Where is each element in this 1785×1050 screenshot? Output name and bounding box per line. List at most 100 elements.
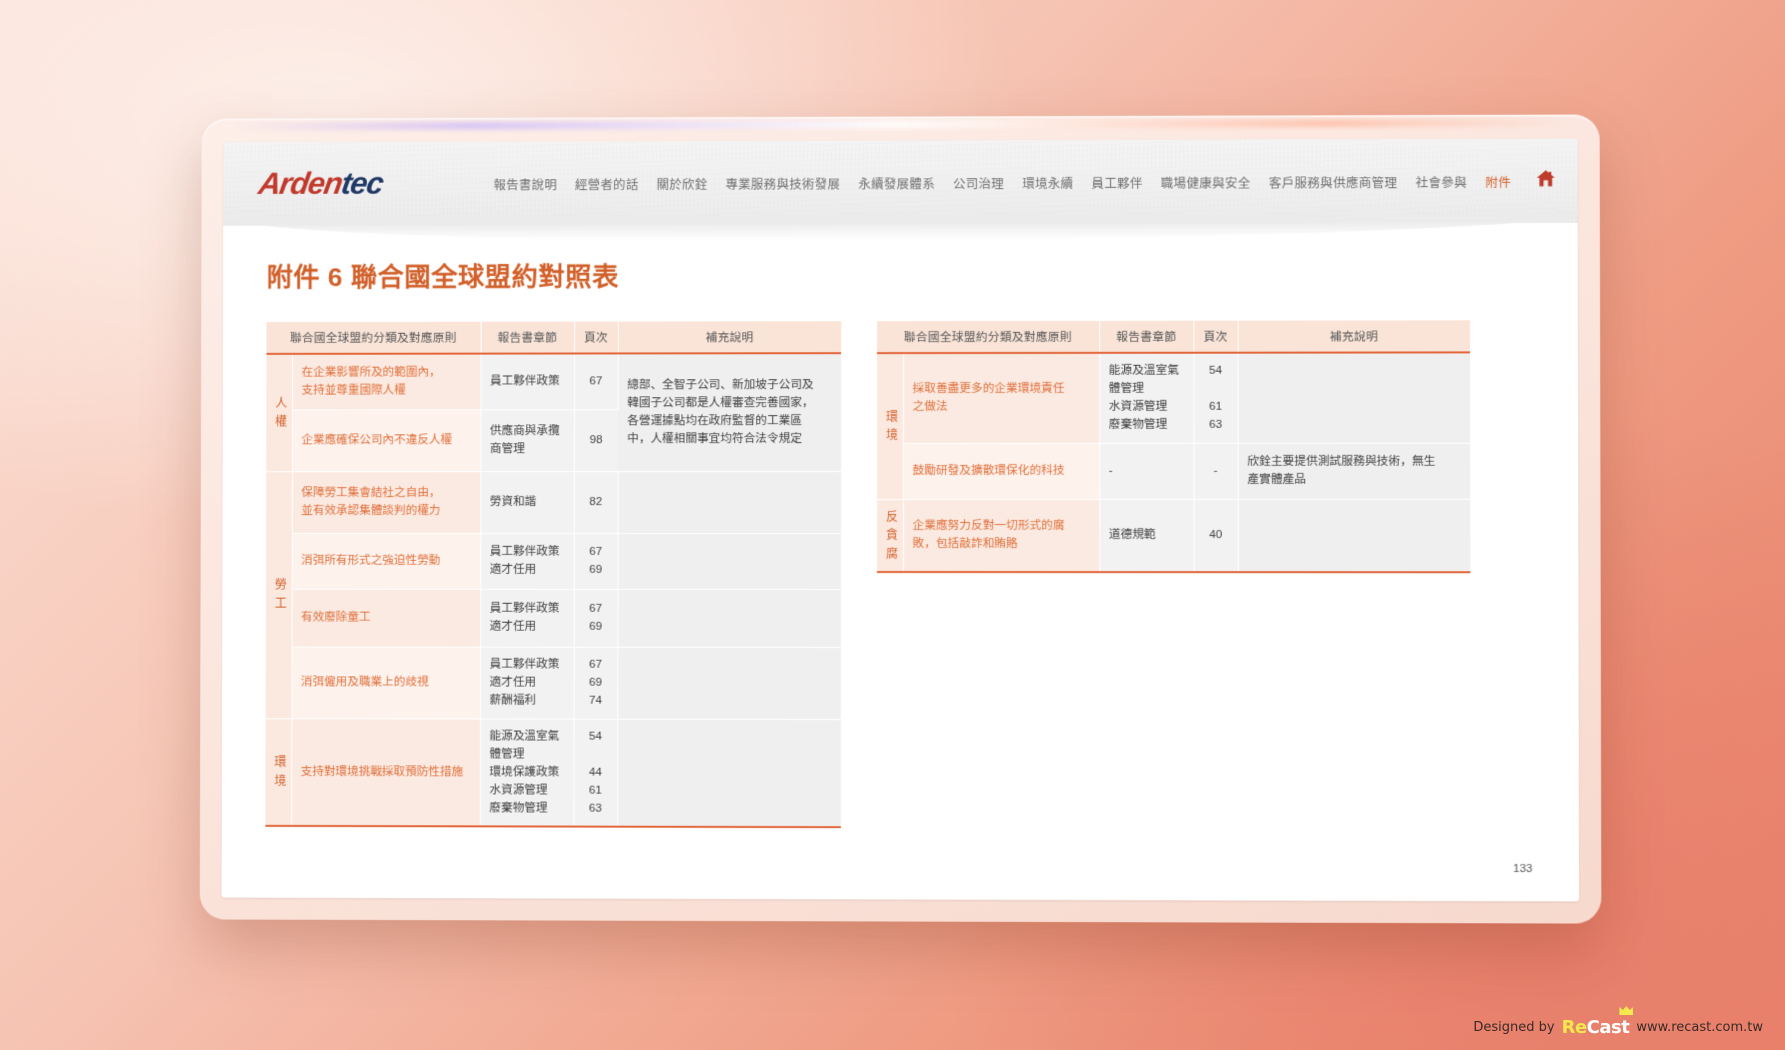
nav-item-environment[interactable]: 環境永續 bbox=[1013, 168, 1082, 195]
nav-item-report-info[interactable]: 報告書說明 bbox=[485, 170, 566, 197]
table-row: 有效廢除童工 員工夥伴政策 適才任用 67 69 bbox=[266, 588, 842, 647]
note-cell bbox=[1237, 352, 1471, 443]
chapter-cell: 道德規範 bbox=[1099, 498, 1194, 573]
table-row: 人權 在企業影響所及的範圍內， 支持並尊重國際人權 員工夥伴政策 67 總部、全智… bbox=[266, 353, 842, 472]
nav-item-governance[interactable]: 公司治理 bbox=[944, 169, 1013, 196]
chapter-cell: 勞資和諧 bbox=[480, 471, 574, 533]
note-cell: 總部、全智子公司、新加坡子公司及 韓國子公司都是人權審查完善國家， 各營運據點均在政… bbox=[617, 353, 842, 472]
page-title: 附件 6 聯合國全球盟約對照表 bbox=[266, 261, 619, 293]
home-button[interactable] bbox=[1520, 166, 1565, 196]
nav-item-appendix[interactable]: 附件 bbox=[1476, 167, 1520, 194]
page-cell: 82 bbox=[573, 471, 618, 533]
nav-item-about[interactable]: 關於欣銓 bbox=[648, 169, 717, 196]
site-header: Ardentec 報告書說明 經營者的話 關於欣銓 專業服務與技術發展 永續發展… bbox=[223, 138, 1578, 226]
recast-logo-cast: Cast bbox=[1586, 1017, 1630, 1038]
col-header-page: 頁次 bbox=[1193, 320, 1238, 353]
chapter-cell: 能源及溫室氣 體管理 水資源管理 廢棄物管理 bbox=[1099, 352, 1194, 443]
ardentec-logo[interactable]: Ardentec bbox=[256, 166, 385, 202]
recast-logo-re: Re bbox=[1561, 1017, 1588, 1038]
page-cell: 54 61 63 bbox=[1193, 352, 1238, 443]
principle-cell: 消弭僱用及職業上的歧視 bbox=[291, 646, 481, 719]
col-header-note: 補充說明 bbox=[1237, 320, 1471, 353]
note-cell bbox=[617, 718, 841, 828]
logo-text-secondary: tec bbox=[338, 165, 386, 201]
table-row: 鼓勵研發及擴散環保化的科技 - - 欣銓主要提供測試服務與技術，無生 產實體產品 bbox=[877, 442, 1471, 500]
nav-item-health-safety[interactable]: 職場健康與安全 bbox=[1152, 168, 1260, 195]
recast-logo[interactable]: Re Cast bbox=[1561, 1006, 1634, 1038]
principle-cell: 保障勞工集會結社之自由， 並有效承認集體談判的權力 bbox=[291, 471, 481, 533]
nav-item-social[interactable]: 社會參與 bbox=[1406, 167, 1476, 194]
col-header-principle: 聯合國全球盟約分類及對應原則 bbox=[877, 320, 1100, 354]
page-cell: 54 44 61 63 bbox=[573, 718, 618, 827]
nav-item-services-tech[interactable]: 專業服務與技術發展 bbox=[716, 169, 849, 196]
page-cell: 40 bbox=[1193, 498, 1238, 573]
chapter-cell: 供應商與承攬 商管理 bbox=[480, 409, 574, 472]
chapter-cell: 員工夥伴政策 適才任用 薪酬福利 bbox=[480, 646, 574, 719]
report-page: Ardentec 報告書說明 經營者的話 關於欣銓 專業服務與技術發展 永續發展… bbox=[221, 138, 1580, 902]
table-head: 聯合國全球盟約分類及對應原則 報告書章節 頁次 補充說明 bbox=[266, 321, 842, 354]
principle-cell: 採取善盡更多的企業環境責任 之做法 bbox=[903, 352, 1100, 444]
note-cell bbox=[617, 588, 842, 647]
col-header-page: 頁次 bbox=[574, 321, 618, 354]
ungc-table-left: 聯合國全球盟約分類及對應原則 報告書章節 頁次 補充說明 人權 在企業影響所及的… bbox=[265, 321, 842, 828]
principle-cell: 消弭所有形式之強迫性勞動 bbox=[291, 532, 481, 589]
table-header-row: 聯合國全球盟約分類及對應原則 報告書章節 頁次 補充說明 bbox=[877, 320, 1471, 354]
col-header-note: 補充說明 bbox=[617, 321, 842, 354]
principle-cell: 有效廢除童工 bbox=[291, 588, 481, 647]
logo-text-primary: Arden bbox=[256, 165, 345, 201]
note-cell bbox=[1237, 498, 1471, 573]
category-cell: 反貪腐 bbox=[876, 499, 904, 573]
main-navigation: 報告書說明 經營者的話 關於欣銓 專業服務與技術發展 永續發展體系 公司治理 環… bbox=[416, 166, 1565, 199]
device-frame: Ardentec 報告書說明 經營者的話 關於欣銓 專業服務與技術發展 永續發展… bbox=[199, 114, 1602, 924]
chapter-cell: 能源及溫室氣 體管理 環境保護政策 水資源管理 廢棄物管理 bbox=[479, 718, 574, 827]
home-icon bbox=[1536, 170, 1555, 192]
category-cell: 環境 bbox=[877, 353, 904, 500]
category-cell: 勞工 bbox=[265, 471, 292, 719]
principle-cell: 企業應確保公司內不違反人權 bbox=[291, 409, 481, 472]
device-top-glow bbox=[231, 118, 1570, 131]
table-body: 環境 採取善盡更多的企業環境責任 之做法 能源及溫室氣 體管理 水資源管理 廢棄物管理 … bbox=[876, 352, 1471, 573]
chapter-cell: 員工夥伴政策 適才任用 bbox=[480, 588, 574, 647]
category-cell: 人權 bbox=[266, 353, 293, 472]
nav-item-employees[interactable]: 員工夥伴 bbox=[1082, 168, 1151, 195]
page-cell: 67 69 74 bbox=[573, 646, 618, 719]
table-header-row: 聯合國全球盟約分類及對應原則 報告書章節 頁次 補充說明 bbox=[266, 321, 842, 354]
nav-item-sustainability-system[interactable]: 永續發展體系 bbox=[849, 169, 944, 196]
category-cell: 環境 bbox=[265, 718, 292, 827]
col-header-principle: 聯合國全球盟約分類及對應原則 bbox=[266, 321, 481, 354]
table-row: 勞工 保障勞工集會結社之自由， 並有效承認集體談判的權力 勞資和諧 82 bbox=[265, 471, 842, 719]
chapter-cell: - bbox=[1099, 442, 1194, 499]
principle-cell: 支持對環境挑戰採取預防性措施 bbox=[291, 718, 481, 827]
note-cell bbox=[617, 471, 842, 533]
recast-url: www.recast.com.tw bbox=[1636, 1020, 1763, 1035]
page-content: 附件 6 聯合國全球盟約對照表 聯合國全球盟約分類及對應原則 報告書章節 頁次 bbox=[222, 223, 1580, 902]
note-cell bbox=[617, 646, 841, 720]
principle-cell: 鼓勵研發及擴散環保化的科技 bbox=[903, 442, 1100, 500]
table-row: 消弭所有形式之強迫性勞動 員工夥伴政策 適才任用 67 69 bbox=[266, 532, 842, 589]
col-header-chapter: 報告書章節 bbox=[1099, 320, 1194, 353]
designed-by-label: Designed by bbox=[1473, 1020, 1555, 1035]
page-number: 133 bbox=[1513, 862, 1533, 876]
principle-cell: 企業應努力反對一切形式的腐 敗，包括敲詐和賄賂 bbox=[902, 498, 1100, 573]
note-cell bbox=[617, 532, 842, 589]
chapter-cell: 員工夥伴政策 適才任用 bbox=[480, 532, 574, 589]
table-head: 聯合國全球盟約分類及對應原則 報告書章節 頁次 補充說明 bbox=[877, 320, 1471, 354]
table-row: 環境 支持對環境挑戰採取預防性措施 能源及溫室氣 體管理 環境保護政策 水資源管理 廢棄… bbox=[265, 718, 841, 828]
ungc-table-right: 聯合國全球盟約分類及對應原則 報告書章節 頁次 補充說明 環境 採取善盡更多的企… bbox=[876, 320, 1471, 573]
crown-icon bbox=[1619, 1006, 1634, 1015]
page-cell: 67 69 bbox=[573, 532, 618, 589]
principle-cell: 在企業影響所及的範圍內， 支持並尊重國際人權 bbox=[292, 353, 481, 410]
chapter-cell: 員工夥伴政策 bbox=[480, 353, 575, 410]
nav-item-customer-supplier[interactable]: 客戶服務與供應商管理 bbox=[1260, 168, 1407, 195]
page-cell: 67 bbox=[573, 353, 618, 410]
tables-container: 聯合國全球盟約分類及對應原則 報告書章節 頁次 補充說明 人權 在企業影響所及的… bbox=[265, 320, 1534, 830]
table-row: 環境 採取善盡更多的企業環境責任 之做法 能源及溫室氣 體管理 水資源管理 廢棄物管理 … bbox=[877, 352, 1471, 500]
col-header-chapter: 報告書章節 bbox=[480, 321, 575, 354]
table-body: 人權 在企業影響所及的範圍內， 支持並尊重國際人權 員工夥伴政策 67 總部、全智… bbox=[265, 353, 842, 828]
nav-item-ceo-message[interactable]: 經營者的話 bbox=[566, 170, 648, 197]
desktop-backdrop: Ardentec 報告書說明 經營者的話 關於欣銓 專業服務與技術發展 永續發展… bbox=[0, 0, 1785, 1050]
page-cell: 67 69 bbox=[573, 588, 618, 647]
table-row: 消弭僱用及職業上的歧視 員工夥伴政策 適才任用 薪酬福利 67 69 74 bbox=[266, 646, 841, 720]
page-cell: - bbox=[1193, 442, 1238, 499]
table-row: 反貪腐 企業應努力反對一切形式的腐 敗，包括敲詐和賄賂 道德規範 40 bbox=[876, 498, 1471, 573]
